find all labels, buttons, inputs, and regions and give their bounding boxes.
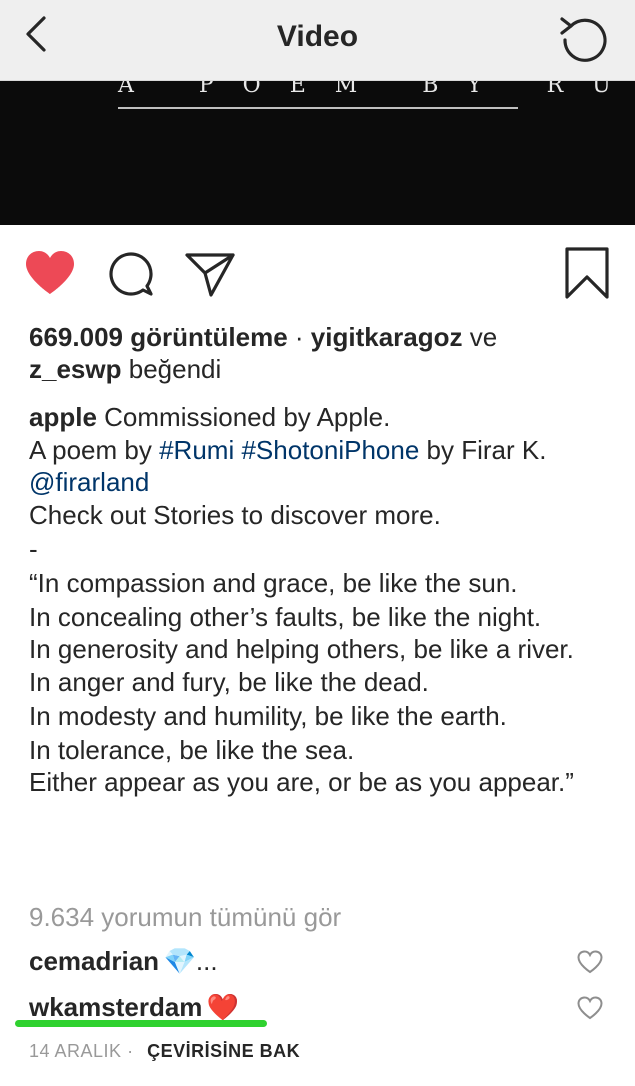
caption-text: A poem by: [29, 435, 152, 465]
views-and-likes: 669.009 görüntüleme · yigitkaragoz ve z_…: [29, 321, 619, 385]
view-count: 669.009 görüntüleme: [29, 322, 288, 352]
heart-outline-icon[interactable]: [577, 950, 603, 974]
comment-username[interactable]: cemadrian: [29, 946, 159, 976]
refresh-icon[interactable]: [557, 12, 611, 66]
heart-filled-icon[interactable]: [24, 250, 76, 301]
poem-line: In generosity and helping others, be lik…: [29, 634, 574, 664]
comment-row: cemadrian 💎...: [29, 946, 629, 982]
comment-text: 💎...: [163, 946, 218, 976]
post-date: 14 ARALIK: [29, 1041, 122, 1061]
bookmark-icon[interactable]: [564, 246, 610, 305]
heart-outline-icon[interactable]: [577, 996, 603, 1020]
separator-dot: ·: [294, 322, 304, 352]
action-bar: [0, 244, 635, 304]
poem-line: Either appear as you are, or be as you a…: [29, 767, 574, 797]
send-icon[interactable]: [184, 250, 236, 303]
video-player[interactable]: A POEM BY RUMI: [0, 81, 635, 225]
caption-line: Check out Stories to discover more.: [29, 500, 441, 530]
hashtag-link[interactable]: #Rumi: [159, 435, 234, 465]
comment-text: ❤️: [206, 992, 240, 1022]
page-title: Video: [276, 20, 359, 53]
and-word: ve: [469, 322, 498, 352]
liked-word: beğendi: [128, 354, 222, 384]
mention-link[interactable]: @firarland: [29, 467, 149, 497]
comment-username[interactable]: wkamsterdam: [29, 992, 202, 1022]
video-overlay-text: A POEM BY RUMI: [118, 81, 635, 98]
view-all-comments-link[interactable]: 9.634 yorumun tümünü gör: [29, 902, 341, 933]
caption-line: -: [29, 534, 38, 564]
hashtag-link[interactable]: #ShotoniPhone: [241, 435, 419, 465]
poem-line: In modesty and humility, be like the ear…: [29, 701, 507, 731]
caption-text: by Firar K.: [426, 435, 547, 465]
comment-icon[interactable]: [106, 250, 156, 303]
poem-line: “In compassion and grace, be like the su…: [29, 568, 518, 598]
author-username[interactable]: apple: [29, 402, 97, 432]
post-caption: apple Commissioned by Apple. A poem by #…: [29, 400, 619, 798]
liker-username[interactable]: yigitkaragoz: [311, 322, 463, 352]
post-footer: 14 ARALIK · ÇEVİRİSİNE BAK: [29, 1041, 300, 1062]
video-overlay-underline: [118, 107, 518, 109]
poem-line: In tolerance, be like the sea.: [29, 735, 355, 765]
navigation-bar: Video: [0, 0, 635, 81]
highlight-underline: [15, 1020, 267, 1027]
separator-dot: ·: [127, 1041, 134, 1061]
poem-line: In anger and fury, be like the dead.: [29, 667, 429, 697]
see-translation-link[interactable]: ÇEVİRİSİNE BAK: [147, 1041, 300, 1061]
liker-username[interactable]: z_eswp: [29, 354, 122, 384]
caption-line: Commissioned by Apple.: [104, 402, 391, 432]
poem-line: In concealing other’s faults, be like th…: [29, 602, 542, 632]
